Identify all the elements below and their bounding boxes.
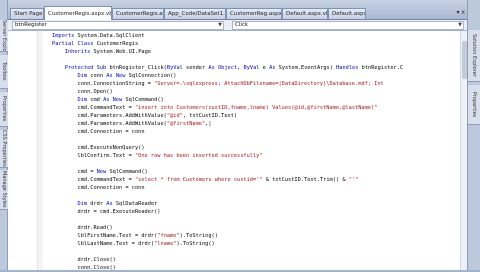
keyword: Dim (77, 97, 88, 103)
string-literal: "insert into Customers(custID,fname,lnam… (134, 105, 378, 111)
keyword: ByVal (166, 65, 183, 71)
tab-4[interactable]: CustomerReg.aspx.vb (226, 8, 282, 19)
keyword: As (106, 73, 113, 79)
string-literal: "One row has been inserted successfully" (134, 153, 263, 159)
code-line: Dim drdr As SqlDataReader (77, 201, 158, 207)
keyword: ByVal (243, 65, 260, 71)
tab-label: Default.aspx (332, 11, 366, 17)
keyword: Dim (77, 73, 88, 79)
code-line: conn.Open() (77, 89, 113, 95)
code-line: conn.Close() (77, 265, 116, 271)
code-line: lblFirstName.Text = drdr("fname").ToStri… (77, 233, 218, 239)
left-panel-tab[interactable]: Manage Styles (0, 170, 8, 210)
keyword: As (103, 97, 110, 103)
tab-3[interactable]: App_Code/DataSet1.xsd (164, 8, 226, 19)
string-literal: "select * from Customers where custid='" (134, 177, 263, 183)
tab-label: Default.aspx.vb (286, 11, 328, 17)
tab-label: Start Page (14, 11, 43, 17)
left-tool-panel: Server Explorer Toolbox Properties CSS Prop… (0, 0, 8, 270)
keyword: As (208, 65, 215, 71)
tab-label: CustomerReg.aspx.vb (230, 11, 282, 17)
string-literal: "Server=.\sqlexpress; AttachDbFilename=|… (154, 81, 384, 87)
code-line: Dim cmd As New SqlCommand() (77, 97, 164, 103)
vertical-scrollbar[interactable] (460, 31, 467, 270)
tab-2[interactable]: CustomerRegis.aspx (112, 8, 164, 19)
line-gutter (8, 31, 38, 270)
code-line: cmd.Parameters.AddWithValue("@firstName"… (77, 121, 212, 127)
left-panel-tab[interactable]: CSS Properties (0, 130, 8, 168)
left-panel-tab[interactable]: Server Explorer (0, 20, 8, 52)
code-line: conn.ConnectionString = "Server=.\sqlexp… (77, 81, 384, 87)
right-panel-tab[interactable]: Properties (468, 85, 480, 125)
change-margin (38, 31, 43, 270)
code-line: cmd.Connection = conn (77, 129, 145, 135)
tab-controls[interactable]: ▾ x (457, 9, 465, 16)
code-line: cmd.CommandText = "insert into Customers… (77, 105, 378, 111)
tab-label: CustomerRegis.aspx.vb* (48, 11, 112, 17)
keyword: Dim (77, 201, 88, 207)
right-panel-tab[interactable]: Solution Explorer (468, 30, 480, 82)
string-literal: "fname" (157, 233, 180, 239)
left-panel-tab[interactable]: Properties (0, 92, 8, 127)
event-dropdown-value: Click (235, 22, 249, 28)
code-line: drdr.Read() (77, 225, 113, 231)
document-tab-bar: ▾ x Start PageCustomerRegis.aspx.vb*xCus… (8, 0, 467, 20)
code-line: lblLastName.Text = drdr("lname").ToStrin… (77, 241, 215, 247)
keyword: New (115, 73, 126, 79)
code-line: cmd.Parameters.AddWithValue("@id", txtCu… (77, 113, 238, 119)
string-literal: "@id" (166, 113, 183, 119)
tab-6[interactable]: Default.aspx (328, 8, 366, 19)
tab-5[interactable]: Default.aspx.vb (282, 8, 328, 19)
chevron-down-icon: ▼ (218, 22, 222, 28)
left-panel-tab[interactable]: Toolbox (0, 55, 8, 89)
code-line: cmd.ExecuteNonQuery() (77, 145, 145, 151)
outline-margin (44, 31, 51, 270)
keyword: As (106, 201, 113, 207)
chevron-down-icon: ▼ (458, 22, 462, 28)
tab-1[interactable]: CustomerRegis.aspx.vb*x (44, 6, 112, 20)
string-literal: "lname" (154, 241, 177, 247)
code-text[interactable]: Imports System.Data.SqlClient Partial Cla… (52, 32, 467, 272)
code-line: Partial Class CustomerRegis (52, 41, 139, 47)
event-dropdown[interactable]: Click ▼ (232, 21, 464, 30)
code-line: lblConfirm.Text = "One row has been inse… (77, 153, 263, 159)
right-tool-panel: Solution Explorer Properties (467, 0, 480, 270)
keyword: New (96, 169, 107, 175)
code-editor[interactable]: Imports System.Data.SqlClient Partial Cla… (8, 31, 467, 272)
string-literal: "'" (348, 177, 359, 183)
keyword: Partial (52, 41, 75, 47)
tab-label: CustomerRegis.aspx (116, 11, 163, 17)
keyword: Imports (52, 33, 75, 39)
string-literal: "@firstName" (166, 121, 206, 127)
code-line: Imports System.Data.SqlClient (52, 33, 145, 39)
code-line: Dim conn As New SqlConnection() (77, 73, 177, 79)
ide-window: Server Explorer Toolbox Properties CSS Prop… (0, 0, 480, 272)
code-line: drdr.Close() (77, 257, 116, 263)
code-line: cmd = New SqlCommand() (77, 169, 148, 175)
keyword: Inherits (64, 49, 91, 55)
keyword: Protected (64, 65, 94, 71)
keyword: Handles (336, 65, 359, 71)
object-dropdown[interactable]: btnRegister ▼ (12, 21, 224, 30)
tab-label: App_Code/DataSet1.xsd (168, 11, 225, 17)
keyword: As (269, 65, 276, 71)
code-line: drdr = cmd.ExecuteReader() (77, 209, 161, 215)
code-line: cmd.CommandText = "select * from Custome… (77, 177, 359, 183)
code-line: Inherits System.Web.UI.Page (64, 49, 151, 55)
keyword: New (112, 97, 123, 103)
code-line: cmd.Connection = conn (77, 185, 145, 191)
keyword: Class (77, 41, 94, 47)
object-dropdown-value: btnRegister (15, 22, 47, 28)
code-line: Protected Sub btnRegister_Click(ByVal se… (64, 65, 404, 71)
tab-0[interactable]: Start Page (10, 8, 44, 19)
code-navigation-bar: btnRegister ▼ Click ▼ (8, 20, 467, 31)
keyword: Object (217, 65, 238, 71)
keyword: Sub (96, 65, 107, 71)
